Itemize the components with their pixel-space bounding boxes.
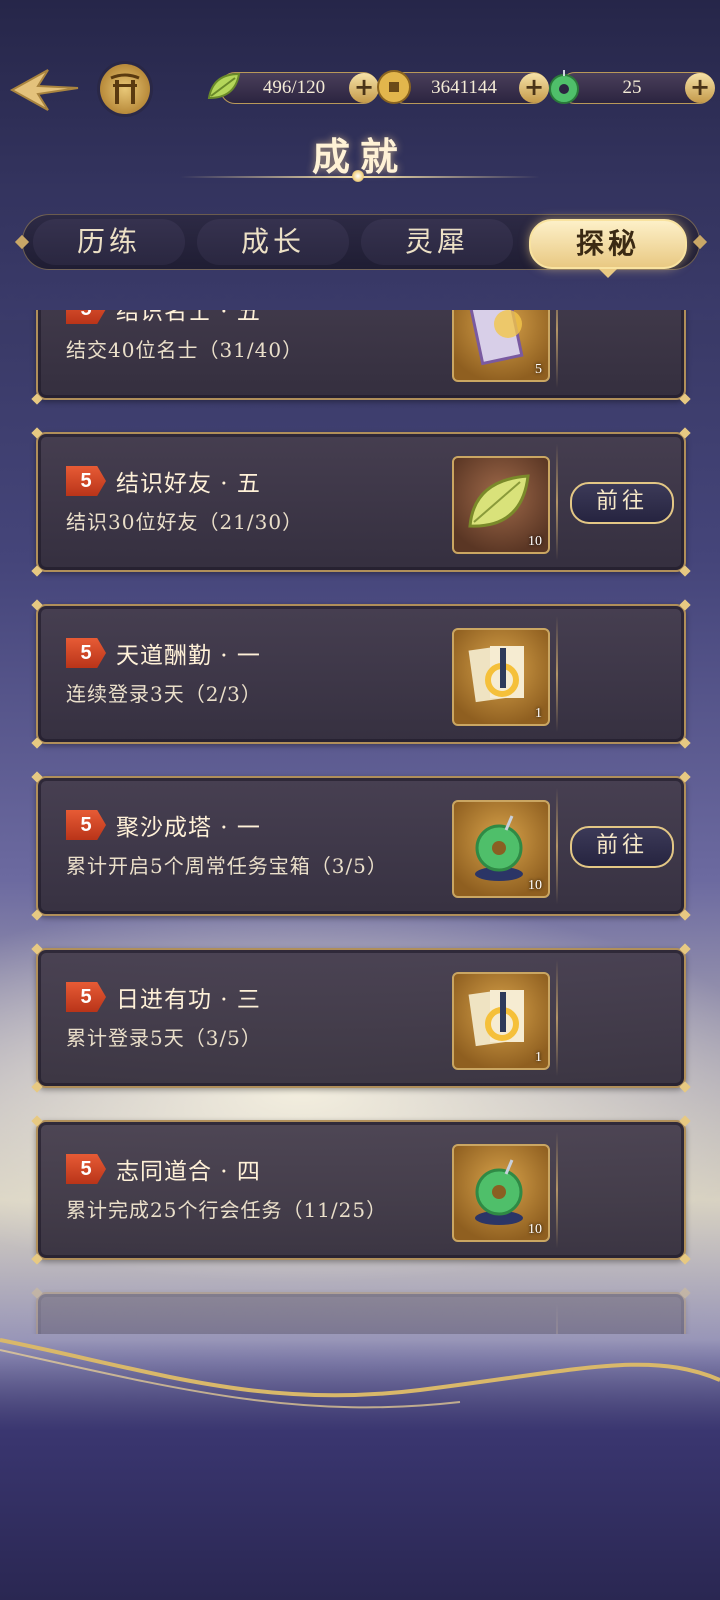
achievement-name: 天道酬勤 · 一 xyxy=(116,643,261,669)
reward-count: 1 xyxy=(535,706,542,721)
level-badge: 5 xyxy=(66,1154,106,1184)
reward-item[interactable]: 10 xyxy=(452,800,550,898)
jade-pendant-icon xyxy=(475,815,523,881)
tea-leaf-icon xyxy=(468,474,530,528)
reward-item[interactable]: 1 xyxy=(452,972,550,1070)
tab-tanmi[interactable]: 探秘 xyxy=(529,219,687,278)
golden-scroll-icon xyxy=(468,989,524,1047)
achievement-card: 5 志同道合 · 四 累计完成25个行会任务（11/25） 10 xyxy=(31,1115,691,1265)
level-badge: 5 xyxy=(66,810,106,840)
achievement-name: 聚沙成塔 · 一 xyxy=(116,815,261,841)
achievement-desc: 累计开启5个周常任务宝箱（3/5） xyxy=(66,854,388,878)
go-button[interactable]: 前往 xyxy=(570,826,674,868)
back-arrow-icon[interactable] xyxy=(8,62,80,118)
reward-count: 10 xyxy=(528,1222,542,1237)
jade-pendant-icon xyxy=(475,1159,523,1225)
jade-pendant-icon xyxy=(549,70,579,104)
reward-count: 1 xyxy=(535,1050,542,1065)
jade-count: 25 xyxy=(622,77,642,98)
reward-count: 5 xyxy=(535,362,542,377)
tea-leaf-icon xyxy=(207,72,241,100)
tab-chengzhang[interactable]: 成长 xyxy=(197,219,349,265)
achievement-card: 5 天道酬勤 · 一 连续登录3天（2/3） 1 xyxy=(31,599,691,749)
achievement-name: 日进有功 · 三 xyxy=(116,987,261,1013)
go-button[interactable]: 前往 xyxy=(570,482,674,524)
title-ornament xyxy=(352,170,364,182)
tabbar-right-ornament xyxy=(692,234,708,250)
copper-coin-icon xyxy=(377,70,411,104)
achievement-desc: 累计登录5天（3/5） xyxy=(66,1026,262,1050)
reward-item[interactable]: 1 xyxy=(452,628,550,726)
reward-count: 10 xyxy=(528,878,542,893)
tab-lingxi[interactable]: 灵犀 xyxy=(361,219,513,265)
achievement-desc: 连续登录3天（2/3） xyxy=(66,682,262,706)
add-jade-button[interactable]: + xyxy=(685,73,715,103)
golden-scroll-icon xyxy=(468,645,524,703)
achievement-desc: 结交40位名士（31/40） xyxy=(66,338,304,362)
tabbar-left-ornament xyxy=(14,234,30,250)
achievement-list[interactable]: 5 结识名士 · 五 结交40位名士（31/40） 5 5 结识好友 · 五 结… xyxy=(0,310,720,1334)
tea-leaf-resource: 496/120 + xyxy=(207,72,379,104)
reward-item[interactable]: 5 xyxy=(452,310,550,382)
achievement-desc: 累计完成25个行会任务（11/25） xyxy=(66,1198,388,1222)
gate-icon[interactable] xyxy=(100,64,150,114)
achievement-name: 结识好友 · 五 xyxy=(116,471,261,497)
achievement-name: 结识名士 · 五 xyxy=(116,310,261,325)
tab-bar: 历练 成长 灵犀 探秘 xyxy=(14,214,708,278)
level-badge: 5 xyxy=(66,982,106,1012)
achievement-card: 5 日进有功 · 三 累计登录5天（3/5） 1 xyxy=(31,943,691,1093)
level-badge: 5 xyxy=(66,638,106,668)
level-badge: 5 xyxy=(66,310,106,324)
level-badge: 5 xyxy=(66,466,106,496)
achievement-card: 5 聚沙成塔 · 一 累计开启5个周常任务宝箱（3/5） 10 前往 xyxy=(31,771,691,921)
achievement-name: 志同道合 · 四 xyxy=(116,1159,261,1185)
achievement-card: 5 结识好友 · 五 结识30位好友（21/30） 10 前往 xyxy=(31,427,691,577)
achievement-card: 5 结识名士 · 五 结交40位名士（31/40） 5 xyxy=(31,310,691,405)
jade-resource: 25 + xyxy=(549,70,715,104)
coin-count: 3641144 xyxy=(431,77,497,98)
achievement-card-partial xyxy=(31,1287,691,1334)
reward-count: 10 xyxy=(528,534,542,549)
coin-resource: 3641144 + xyxy=(377,70,549,104)
reward-item[interactable]: 10 xyxy=(452,456,550,554)
header: 496/120 + 3641144 + 25 + 成就 历练 成长 灵犀 探秘 xyxy=(0,0,720,320)
tea-leaf-count: 496/120 xyxy=(262,77,326,98)
scroll-painting-icon xyxy=(468,310,524,366)
tab-lilian[interactable]: 历练 xyxy=(33,219,185,265)
achievement-desc: 结识30位好友（21/30） xyxy=(66,510,304,534)
reward-item[interactable]: 10 xyxy=(452,1144,550,1242)
